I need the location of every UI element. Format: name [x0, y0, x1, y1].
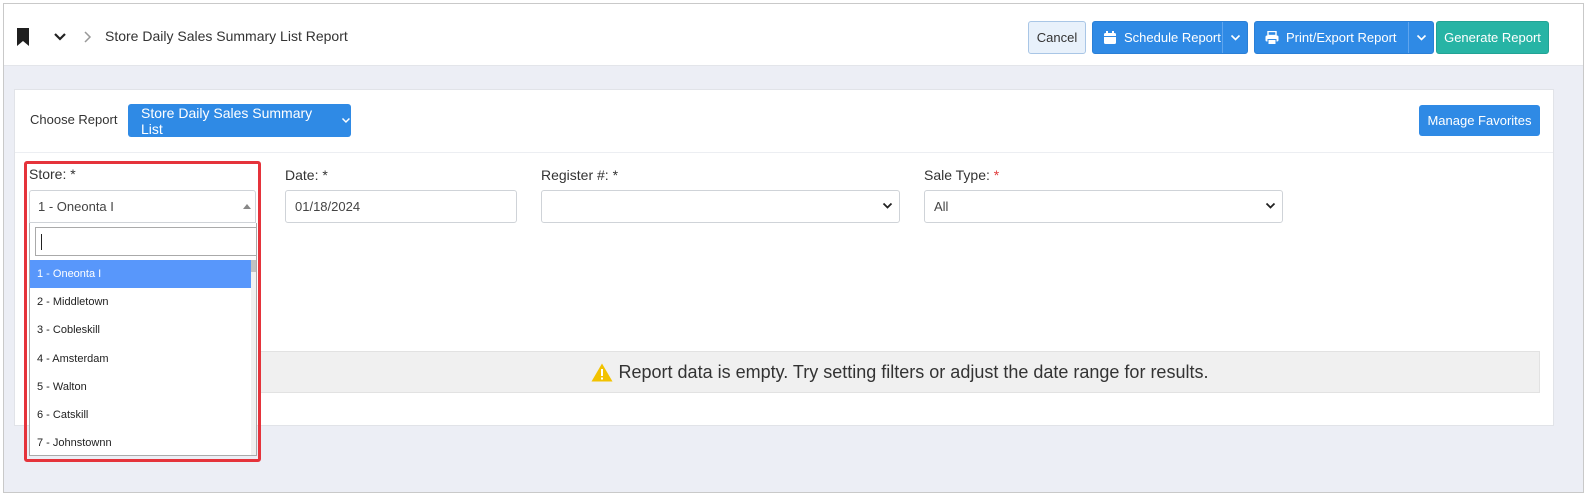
app-frame: Store Daily Sales Summary List Report Ca…	[3, 3, 1584, 493]
store-option[interactable]: 1 - Oneonta I	[30, 260, 252, 289]
chevron-right-icon	[84, 31, 92, 43]
generate-report-button[interactable]: Generate Report	[1436, 21, 1549, 54]
sale-type-label: Sale Type: *	[924, 167, 999, 183]
print-export-button[interactable]: Print/Export Report	[1254, 21, 1434, 54]
print-export-dropdown-toggle[interactable]	[1408, 22, 1433, 53]
chevron-down-icon	[1230, 34, 1240, 41]
sale-type-select[interactable]: All	[924, 190, 1283, 223]
store-select[interactable]: 1 - Oneonta I	[29, 190, 256, 223]
store-label: Store: *	[29, 166, 76, 182]
store-options-list: 1 - Oneonta I 2 - Middletown 3 - Coblesk…	[30, 260, 252, 455]
cancel-button[interactable]: Cancel	[1028, 21, 1086, 54]
dropdown-scrollbar-thumb[interactable]	[251, 260, 256, 272]
schedule-report-dropdown-toggle[interactable]	[1222, 22, 1247, 53]
chevron-down-icon[interactable]	[53, 32, 67, 42]
caret-up-icon	[243, 204, 251, 209]
store-option[interactable]: 6 - Catskill	[30, 401, 252, 429]
generate-report-label: Generate Report	[1444, 30, 1541, 45]
text-cursor	[41, 234, 42, 250]
date-input[interactable]: 01/18/2024	[285, 190, 517, 223]
chevron-down-icon	[1416, 34, 1426, 41]
bookmark-icon[interactable]	[16, 28, 30, 46]
manage-favorites-button[interactable]: Manage Favorites	[1419, 105, 1540, 136]
printer-icon	[1265, 30, 1279, 45]
sale-type-label-text: Sale Type:	[924, 167, 990, 183]
warning-icon	[591, 363, 613, 381]
selected-report-label: Store Daily Sales Summary List	[141, 104, 313, 137]
calendar-icon	[1104, 30, 1116, 44]
schedule-report-label: Schedule Report	[1124, 30, 1221, 45]
cancel-button-label: Cancel	[1036, 30, 1078, 45]
dropdown-scrollbar-track[interactable]	[251, 260, 256, 455]
date-value: 01/18/2024	[295, 199, 361, 214]
schedule-report-button[interactable]: Schedule Report	[1092, 21, 1248, 54]
report-card-header: Choose Report Store Daily Sales Summary …	[15, 90, 1553, 153]
store-option[interactable]: 2 - Middletown	[30, 288, 252, 316]
chevron-down-icon	[882, 202, 893, 209]
top-bar: Store Daily Sales Summary List Report Ca…	[4, 4, 1583, 66]
empty-report-message: Report data is empty. Try setting filter…	[618, 361, 1209, 382]
breadcrumb-title: Store Daily Sales Summary List Report	[105, 28, 348, 44]
store-search-input[interactable]	[35, 227, 256, 256]
store-option[interactable]: 5 - Walton	[30, 373, 252, 401]
date-label: Date: *	[285, 167, 328, 183]
store-option[interactable]: 7 - Johnstownn	[30, 429, 252, 455]
choose-report-label: Choose Report	[30, 112, 118, 127]
print-export-label: Print/Export Report	[1286, 30, 1397, 45]
chevron-down-icon	[1265, 202, 1276, 209]
empty-report-banner: Report data is empty. Try setting filter…	[259, 351, 1540, 393]
store-option[interactable]: 3 - Cobleskill	[30, 316, 252, 344]
chevron-down-icon	[342, 117, 351, 124]
register-select[interactable]	[541, 190, 900, 223]
manage-favorites-label: Manage Favorites	[1427, 113, 1532, 128]
store-dropdown: 1 - Oneonta I 2 - Middletown 3 - Coblesk…	[29, 223, 257, 456]
sale-type-value: All	[934, 199, 949, 214]
store-value: 1 - Oneonta I	[38, 199, 114, 214]
store-option[interactable]: 4 - Amsterdam	[30, 345, 252, 373]
choose-report-dropdown[interactable]: Store Daily Sales Summary List	[128, 104, 351, 137]
required-marker: *	[993, 167, 1000, 183]
register-label: Register #: *	[541, 167, 619, 183]
